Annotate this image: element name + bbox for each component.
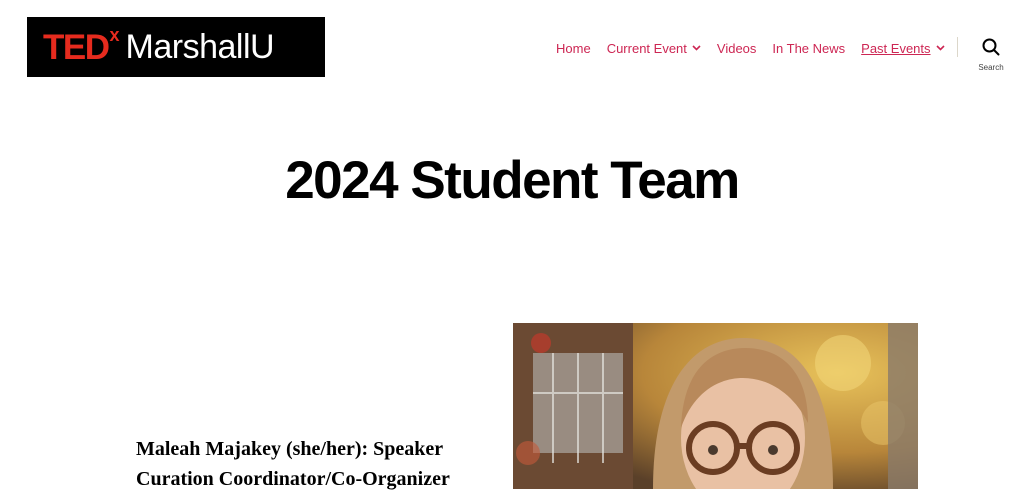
nav-item-home[interactable]: Home bbox=[556, 41, 591, 56]
nav-item-videos[interactable]: Videos bbox=[717, 41, 757, 56]
nav-item-in-the-news[interactable]: In The News bbox=[772, 41, 845, 56]
logo-superscript: x bbox=[109, 24, 120, 45]
search-icon bbox=[982, 38, 1000, 61]
nav-item-label: Videos bbox=[716, 40, 757, 56]
chevron-down-icon[interactable] bbox=[935, 45, 945, 51]
page-title: 2024 Student Team bbox=[285, 151, 740, 210]
nav-item-past-events[interactable]: Past Events bbox=[861, 40, 945, 56]
chevron-down-icon[interactable] bbox=[692, 45, 701, 51]
nav-item-label: Past Events bbox=[861, 40, 931, 56]
site-logo[interactable]: TED x MarshallU bbox=[27, 17, 325, 77]
nav-item-label: Home bbox=[556, 40, 591, 56]
nav-item-label: Current Event bbox=[606, 40, 687, 56]
primary-nav: Home Current Event Videos In The News Pa… bbox=[556, 39, 945, 57]
logo-brand: TED bbox=[43, 27, 110, 67]
team-member-name-role: Maleah Majakey (she/her): Speaker Curati… bbox=[136, 438, 450, 490]
portrait-photo bbox=[513, 323, 918, 489]
search-toggle[interactable]: Search bbox=[968, 38, 1014, 72]
nav-item-current-event[interactable]: Current Event bbox=[607, 41, 701, 56]
logo-name: MarshallU bbox=[125, 28, 275, 66]
nav-item-label: In The News bbox=[772, 40, 846, 56]
header-divider bbox=[957, 37, 958, 57]
search-label: Search bbox=[978, 63, 1004, 72]
